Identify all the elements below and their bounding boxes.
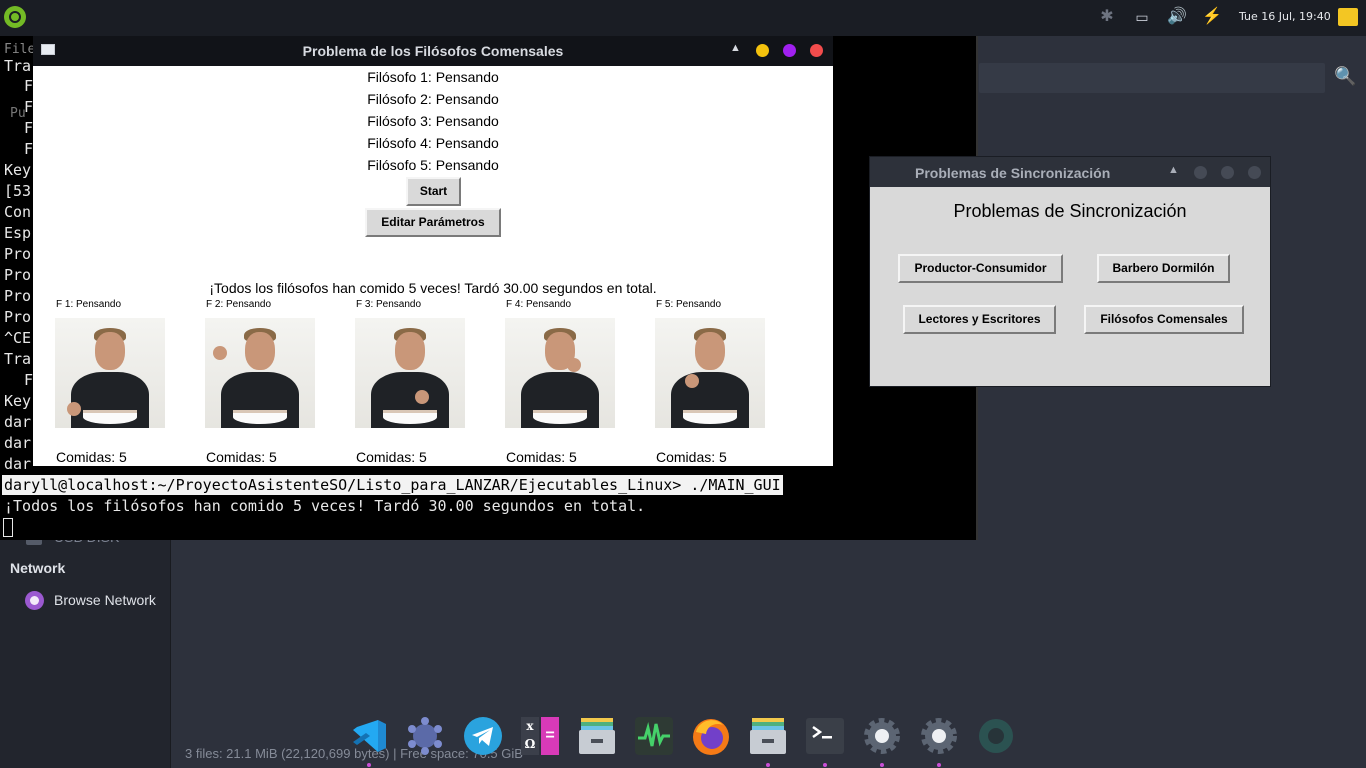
- terminal-line: dar: [4, 455, 32, 473]
- philosopher-image: [655, 318, 765, 428]
- minimize-button[interactable]: [1194, 166, 1207, 179]
- terminal-line: Pro: [4, 287, 32, 305]
- philosopher-image: [55, 318, 165, 428]
- terminal-line: dar: [4, 434, 32, 452]
- vscode-icon[interactable]: [349, 716, 389, 756]
- telegram-icon[interactable]: [463, 716, 503, 756]
- minimize-button[interactable]: [756, 44, 769, 57]
- terminal-line: F: [24, 119, 34, 137]
- philosopher-caption: F 5: Pensando: [656, 299, 722, 310]
- shade-window-icon[interactable]: ▲: [1168, 164, 1179, 176]
- running-indicator: [823, 763, 827, 767]
- calculator-glyph: Ω: [524, 737, 536, 751]
- terminal-cursor: [3, 518, 13, 537]
- terminal-line: Pro: [4, 266, 32, 284]
- window-titlebar[interactable]: Problemas de Sincronización ▲: [870, 157, 1270, 187]
- terminal-line: [53: [4, 182, 32, 200]
- terminal-line: Key: [4, 161, 32, 179]
- completion-message: ¡Todos los filósofos han comido 5 veces!…: [209, 280, 657, 296]
- search-icon[interactable]: 🔍: [1334, 66, 1356, 87]
- running-indicator: [937, 763, 941, 767]
- philosopher-meals-count: Comidas: 5: [206, 449, 277, 465]
- terminal-line: Key: [4, 392, 32, 410]
- volume-icon[interactable]: 🔊: [1166, 7, 1188, 27]
- calculator-glyph: =: [541, 717, 559, 755]
- philosopher-status-label: Filósofo 3: Pensando: [367, 113, 499, 129]
- window-titlebar[interactable]: Problema de los Filósofos Comensales ▲: [33, 36, 833, 66]
- terminal-line: F: [24, 371, 34, 389]
- files-icon[interactable]: [577, 716, 617, 756]
- sleeping-barber-button[interactable]: Barbero Dormilón: [1097, 254, 1230, 283]
- window-title: Problema de los Filósofos Comensales: [302, 43, 564, 59]
- philosopher-status-label: Filósofo 2: Pensando: [367, 91, 499, 107]
- terminal-icon[interactable]: [805, 716, 845, 756]
- terminal-line: Pro: [4, 245, 32, 263]
- maximize-button[interactable]: [1221, 166, 1234, 179]
- sidebar-item-browse-network[interactable]: Browse Network: [54, 592, 156, 608]
- firefox-icon[interactable]: [691, 716, 731, 756]
- files-icon[interactable]: [748, 716, 788, 756]
- close-button[interactable]: [810, 44, 823, 57]
- terminal-line: Esp: [4, 224, 32, 242]
- philosopher-meals-count: Comidas: 5: [356, 449, 427, 465]
- maximize-button[interactable]: [783, 44, 796, 57]
- philosopher-caption: F 3: Pensando: [356, 299, 422, 310]
- calculator-icon[interactable]: x Ω =: [520, 716, 560, 756]
- sync-problems-window: Problemas de Sincronización ▲ Problemas …: [869, 156, 1271, 387]
- sidebar-heading-network: Network: [10, 560, 66, 576]
- start-button[interactable]: Start: [406, 177, 461, 206]
- philosopher-status-label: Filósofo 1: Pensando: [367, 69, 499, 85]
- network-icon: [25, 591, 44, 610]
- philosopher-image: [355, 318, 465, 428]
- terminal-output-line: ¡Todos los filósofos han comido 5 veces!…: [4, 497, 646, 515]
- philosophers-window: Problema de los Filósofos Comensales ▲ F…: [33, 36, 833, 466]
- settings-icon[interactable]: [919, 716, 959, 756]
- terminal-line: ^CE: [4, 329, 32, 347]
- terminal-line: Tra: [4, 350, 32, 368]
- terminal-command-line: daryll@localhost:~/ProyectoAsistenteSO/L…: [2, 475, 783, 495]
- display-icon[interactable]: ▭: [1131, 7, 1153, 27]
- philosopher-meals-count: Comidas: 5: [506, 449, 577, 465]
- philosopher-caption: F 1: Pensando: [56, 299, 122, 310]
- window-title: Problemas de Sincronización: [915, 165, 1111, 181]
- philosopher-status-label: Filósofo 4: Pensando: [367, 135, 499, 151]
- edit-parameters-button[interactable]: Editar Parámetros: [365, 208, 501, 237]
- terminal-line: dar: [4, 413, 32, 431]
- battery-charging-icon[interactable]: ⚡: [1201, 7, 1223, 27]
- philosopher-caption: F 4: Pensando: [506, 299, 572, 310]
- file-manager-search-field[interactable]: [979, 63, 1325, 93]
- terminal-line: Pro: [4, 308, 32, 326]
- philosophers-content: Filósofo 1: Pensando Filósofo 2: Pensand…: [33, 66, 833, 466]
- settings-icon[interactable]: [862, 716, 902, 756]
- terminal-line: Con: [4, 203, 32, 221]
- terminal-line: F: [24, 140, 34, 158]
- philosopher-meals-count: Comidas: 5: [656, 449, 727, 465]
- terminal-line: F: [24, 77, 34, 95]
- app-grid-icon[interactable]: [405, 716, 445, 756]
- philosopher-meals-count: Comidas: 5: [56, 449, 127, 465]
- calculator-glyph: x: [526, 719, 534, 733]
- producer-consumer-button[interactable]: Productor-Consumidor: [898, 254, 1063, 283]
- shade-window-icon[interactable]: ▲: [730, 42, 741, 54]
- philosopher-image: [505, 318, 615, 428]
- sync-heading: Problemas de Sincronización: [953, 201, 1187, 221]
- camera-icon[interactable]: [976, 716, 1016, 756]
- running-indicator: [766, 763, 770, 767]
- philosopher-status-label: Filósofo 5: Pensando: [367, 157, 499, 173]
- philosopher-image: [205, 318, 315, 428]
- opensuse-logo-icon[interactable]: [4, 6, 26, 28]
- clock[interactable]: Tue 16 Jul, 19:40: [1239, 10, 1331, 23]
- terminal-line: Tra: [4, 57, 32, 75]
- dining-philosophers-button[interactable]: Filósofos Comensales: [1084, 305, 1244, 334]
- philosopher-caption: F 2: Pensando: [206, 299, 272, 310]
- running-indicator: [367, 763, 371, 767]
- close-button[interactable]: [1248, 166, 1261, 179]
- running-indicator: [880, 763, 884, 767]
- bluetooth-icon[interactable]: ✱: [1096, 7, 1118, 27]
- top-panel: ✱ ▭ 🔊 ⚡ Tue 16 Jul, 19:40: [0, 0, 1366, 36]
- readers-writers-button[interactable]: Lectores y Escritores: [903, 305, 1056, 334]
- system-monitor-icon[interactable]: [634, 716, 674, 756]
- notes-icon[interactable]: [1338, 8, 1358, 26]
